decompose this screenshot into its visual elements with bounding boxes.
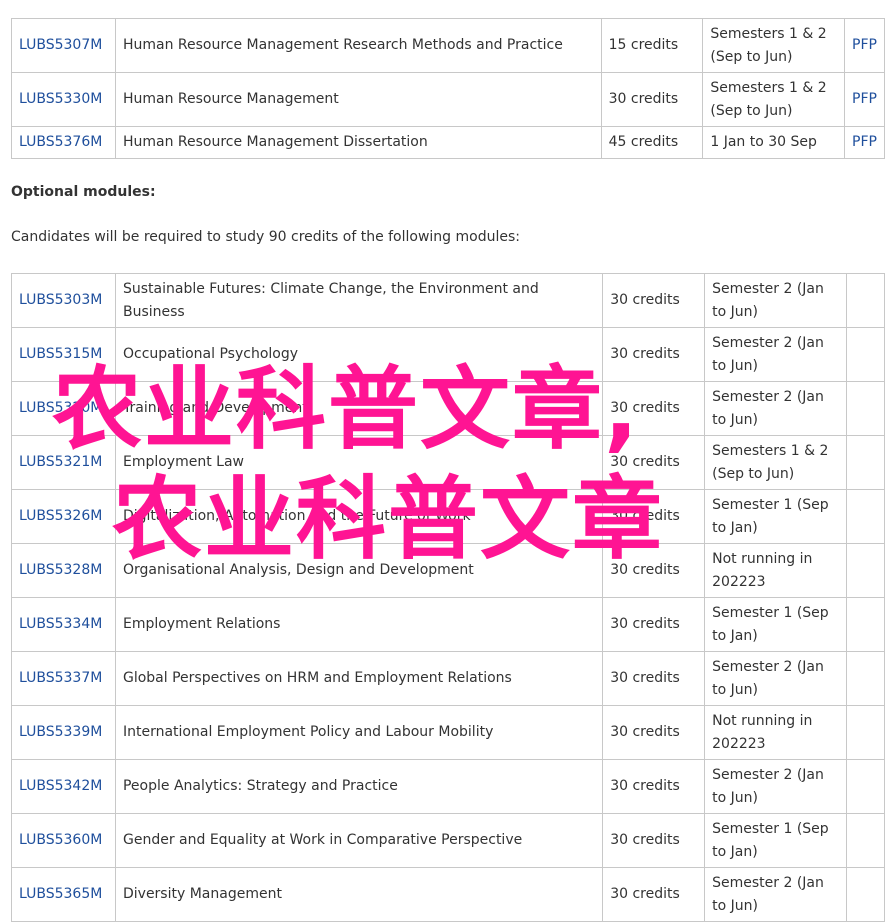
module-code-cell: LUBS5303M (11, 273, 116, 328)
module-semester: Semesters 1 & 2 (Sep to Jun) (702, 72, 846, 127)
module-title: Employment Relations (114, 597, 604, 652)
empty-cell (846, 759, 885, 814)
pfp-link[interactable]: PFP (852, 134, 877, 150)
table-row: LUBS5334M Employment Relations 30 credits S… (11, 597, 885, 652)
module-semester: Semester 2 (Jan to Jun) (704, 273, 848, 328)
module-code-link[interactable]: LUBS5339M (19, 724, 102, 740)
module-semester: Not running in 202223 (704, 705, 848, 760)
empty-cell (846, 705, 885, 760)
optional-modules-intro: Candidates will be required to study 90 … (11, 229, 520, 245)
module-code-link[interactable]: LUBS5330M (19, 91, 102, 107)
module-code-cell: LUBS5330M (11, 72, 116, 127)
module-code-link[interactable]: LUBS5334M (19, 616, 102, 632)
module-credits: 30 credits (602, 705, 706, 760)
watermark-line-2: 农业科普文章 (112, 467, 664, 572)
empty-cell (846, 273, 885, 328)
module-title: People Analytics: Strategy and Practice (114, 759, 604, 814)
table-row: LUBS5342M People Analytics: Strategy and … (11, 759, 885, 814)
module-credits: 30 credits (602, 597, 706, 652)
module-semester: Semesters 1 & 2 (Sep to Jun) (704, 435, 848, 490)
module-code-link[interactable]: LUBS5307M (19, 37, 102, 53)
module-semester: Semester 1 (Sep to Jan) (704, 813, 848, 868)
module-title: Diversity Management (114, 867, 604, 922)
module-semester: Semester 1 (Sep to Jan) (704, 489, 848, 544)
module-code-link[interactable]: LUBS5360M (19, 832, 102, 848)
empty-cell (846, 327, 885, 382)
module-semester: Semester 2 (Jan to Jun) (704, 651, 848, 706)
module-code-link[interactable]: LUBS5365M (19, 886, 102, 902)
module-semester: Semester 2 (Jan to Jun) (704, 381, 848, 436)
module-code-link[interactable]: LUBS5328M (19, 562, 102, 578)
empty-cell (846, 489, 885, 544)
module-semester: Semester 2 (Jan to Jun) (704, 759, 848, 814)
module-credits: 45 credits (600, 126, 704, 159)
module-title: Human Resource Management Research Metho… (114, 18, 602, 73)
module-semester: Semester 2 (Jan to Jun) (704, 327, 848, 382)
module-code-cell: LUBS5342M (11, 759, 116, 814)
module-code-cell: LUBS5337M (11, 651, 116, 706)
module-code-cell: LUBS5328M (11, 543, 116, 598)
module-code-link[interactable]: LUBS5326M (19, 508, 102, 524)
module-title: International Employment Policy and Labo… (114, 705, 604, 760)
module-title: Global Perspectives on HRM and Employmen… (114, 651, 604, 706)
module-code-cell: LUBS5334M (11, 597, 116, 652)
module-code-cell: LUBS5339M (11, 705, 116, 760)
pfp-cell: PFP (844, 72, 885, 127)
core-modules-body: LUBS5307M Human Resource Management Resea… (11, 18, 885, 159)
empty-cell (846, 813, 885, 868)
module-code-link[interactable]: LUBS5342M (19, 778, 102, 794)
module-code-link[interactable]: LUBS5303M (19, 292, 102, 308)
module-semester: Semester 1 (Sep to Jan) (704, 597, 848, 652)
module-code-cell: LUBS5326M (11, 489, 116, 544)
empty-cell (846, 867, 885, 922)
table-row: LUBS5337M Global Perspectives on HRM and … (11, 651, 885, 706)
module-code-cell: LUBS5376M (11, 126, 116, 159)
module-semester: 1 Jan to 30 Sep (702, 126, 846, 159)
module-title: Gender and Equality at Work in Comparati… (114, 813, 604, 868)
module-credits: 30 credits (602, 867, 706, 922)
core-modules-table: LUBS5307M Human Resource Management Resea… (11, 18, 885, 159)
empty-cell (846, 435, 885, 490)
module-credits: 15 credits (600, 18, 704, 73)
empty-cell (846, 381, 885, 436)
module-semester: Not running in 202223 (704, 543, 848, 598)
pfp-link[interactable]: PFP (852, 37, 877, 53)
module-credits: 30 credits (602, 651, 706, 706)
module-semester: Semester 2 (Jan to Jun) (704, 867, 848, 922)
module-title: Sustainable Futures: Climate Change, the… (114, 273, 604, 328)
module-credits: 30 credits (602, 759, 706, 814)
module-code-cell: LUBS5307M (11, 18, 116, 73)
empty-cell (846, 543, 885, 598)
table-row: LUBS5339M International Employment Policy… (11, 705, 885, 760)
module-credits: 30 credits (602, 813, 706, 868)
module-title: Human Resource Management (114, 72, 602, 127)
table-row: LUBS5303M Sustainable Futures: Climate Ch… (11, 273, 885, 328)
pfp-link[interactable]: PFP (852, 91, 877, 107)
empty-cell (846, 597, 885, 652)
module-semester: Semesters 1 & 2 (Sep to Jun) (702, 18, 846, 73)
module-code-link[interactable]: LUBS5337M (19, 670, 102, 686)
optional-modules-heading: Optional modules: (11, 184, 156, 200)
pfp-cell: PFP (844, 18, 885, 73)
table-row: LUBS5330M Human Resource Management 30 cre… (11, 72, 885, 127)
module-credits: 30 credits (602, 273, 706, 328)
empty-cell (846, 651, 885, 706)
table-row: LUBS5376M Human Resource Management Disse… (11, 126, 885, 159)
module-code-cell: LUBS5365M (11, 867, 116, 922)
module-code-cell: LUBS5360M (11, 813, 116, 868)
table-row: LUBS5360M Gender and Equality at Work in … (11, 813, 885, 868)
watermark-line-1: 农业科普文章, (52, 357, 641, 462)
pfp-cell: PFP (844, 126, 885, 159)
module-title: Human Resource Management Dissertation (114, 126, 602, 159)
table-row: LUBS5307M Human Resource Management Resea… (11, 18, 885, 73)
table-row: LUBS5365M Diversity Management 30 credits S… (11, 867, 885, 922)
module-credits: 30 credits (600, 72, 704, 127)
module-code-link[interactable]: LUBS5376M (19, 134, 102, 150)
